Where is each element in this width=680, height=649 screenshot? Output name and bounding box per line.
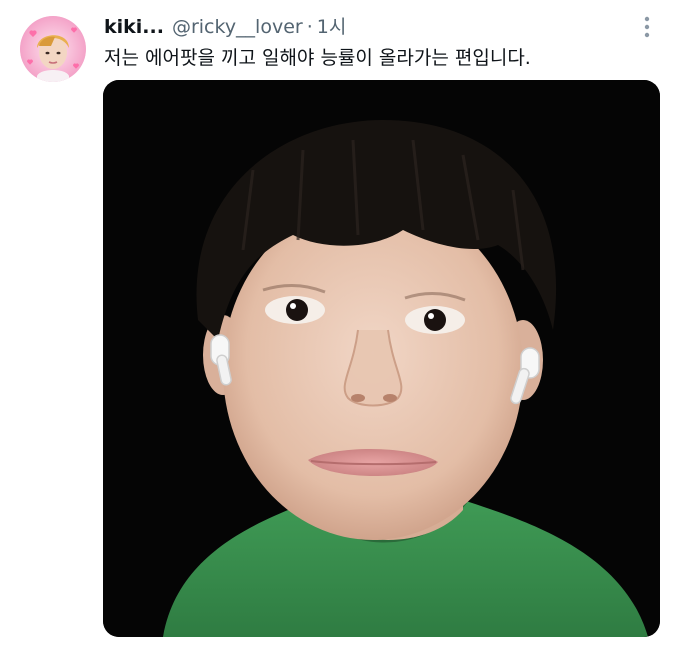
header-separator: · — [306, 16, 313, 38]
timestamp[interactable]: 1시 — [317, 14, 347, 40]
tweet-text: 저는 에어팟을 끼고 일해야 능률이 올라가는 편입니다. — [104, 47, 531, 69]
tweet-header: kiki... @ricky__lover · 1시 — [104, 14, 346, 40]
tweet-photo[interactable] — [103, 80, 660, 637]
avatar-image — [20, 16, 86, 82]
user-handle[interactable]: @ricky__lover — [172, 14, 303, 40]
avatar[interactable] — [20, 16, 86, 82]
display-name[interactable]: kiki... — [104, 14, 164, 40]
photo-illustration — [103, 80, 660, 637]
more-vertical-icon — [644, 16, 650, 38]
more-options-button[interactable] — [632, 12, 662, 42]
